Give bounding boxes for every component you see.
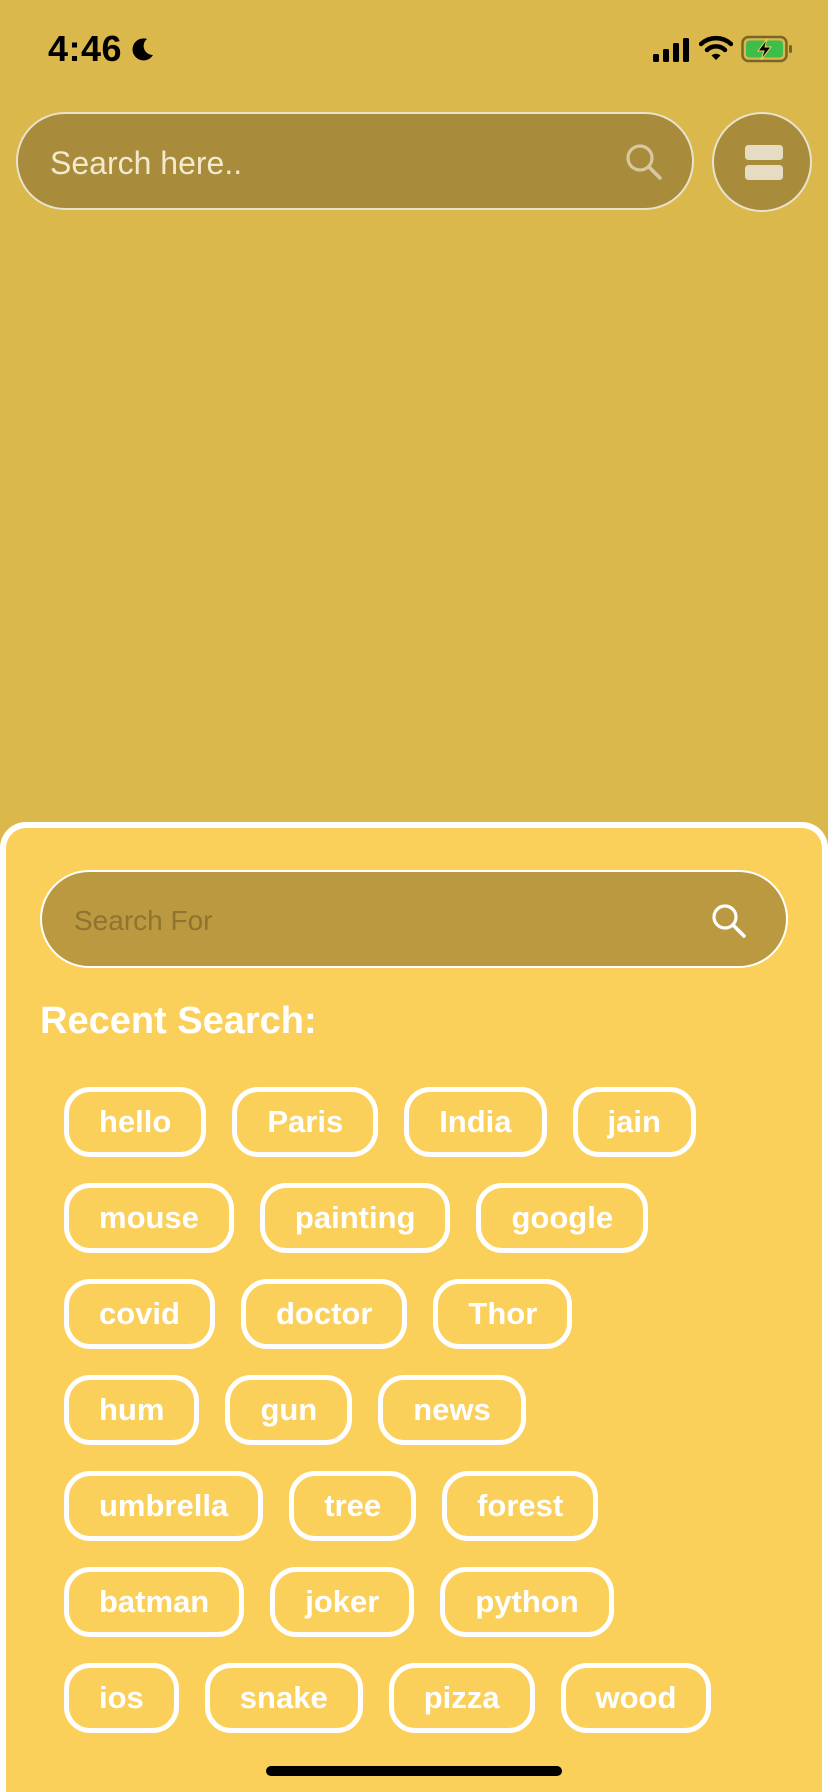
recent-search-row: hello Paris India jain xyxy=(64,1087,696,1157)
recent-search-chip[interactable]: umbrella xyxy=(64,1471,264,1541)
sheet-search-input[interactable] xyxy=(72,890,676,952)
top-search-bar[interactable] xyxy=(16,112,694,210)
layout-toggle-icon xyxy=(745,145,783,180)
layout-toggle-button[interactable] xyxy=(712,112,812,212)
recent-search-row: covid doctor Thor xyxy=(64,1279,573,1349)
moon-icon xyxy=(132,38,153,61)
recent-search-sheet: Recent Search: hello Paris India jain mo… xyxy=(0,822,828,1792)
recent-search-chip[interactable]: hello xyxy=(64,1087,207,1157)
recent-search-chip[interactable]: tree xyxy=(289,1471,417,1541)
recent-search-chip[interactable]: hum xyxy=(64,1375,200,1445)
recent-search-chip[interactable]: snake xyxy=(204,1663,363,1733)
recent-search-row: mouse painting google xyxy=(64,1183,649,1253)
recent-search-row: ios snake pizza wood xyxy=(64,1663,712,1733)
recent-search-chip[interactable]: covid xyxy=(64,1279,215,1349)
recent-search-chip[interactable]: Paris xyxy=(232,1087,379,1157)
recent-search-chip[interactable]: doctor xyxy=(240,1279,408,1349)
signal-icon xyxy=(653,38,689,62)
recent-search-chip[interactable]: pizza xyxy=(388,1663,535,1733)
search-icon[interactable] xyxy=(624,142,664,182)
recent-search-chip[interactable]: news xyxy=(378,1375,526,1445)
sheet-search-bar[interactable] xyxy=(40,870,788,968)
recent-search-chip[interactable]: gun xyxy=(225,1375,353,1445)
recent-search-chip[interactable]: painting xyxy=(259,1183,451,1253)
wifi-icon xyxy=(699,35,733,60)
recent-search-chip[interactable]: jain xyxy=(572,1087,696,1157)
recent-search-row: hum gun news xyxy=(64,1375,526,1445)
recent-search-title: Recent Search: xyxy=(40,1000,317,1042)
recent-search-row: batman joker python xyxy=(64,1567,614,1637)
recent-search-chip[interactable]: wood xyxy=(560,1663,712,1733)
recent-search-chip[interactable]: google xyxy=(476,1183,649,1253)
home-indicator[interactable] xyxy=(266,1766,562,1776)
recent-search-chip[interactable]: forest xyxy=(442,1471,599,1541)
top-search-input[interactable] xyxy=(48,132,612,194)
recent-search-chip[interactable]: ios xyxy=(64,1663,179,1733)
status-time: 4:46 xyxy=(48,28,123,69)
recent-search-chip[interactable]: Thor xyxy=(433,1279,573,1349)
recent-search-chip[interactable]: joker xyxy=(270,1567,415,1637)
recent-search-chip[interactable]: mouse xyxy=(64,1183,234,1253)
search-icon[interactable] xyxy=(710,902,748,940)
recent-search-row: umbrella tree forest xyxy=(64,1471,599,1541)
status-bar: 4:46 xyxy=(0,0,828,100)
recent-search-chip[interactable]: India xyxy=(404,1087,547,1157)
recent-search-chip[interactable]: batman xyxy=(64,1567,245,1637)
recent-search-chip[interactable]: python xyxy=(440,1567,614,1637)
battery-charging-icon xyxy=(741,35,792,63)
